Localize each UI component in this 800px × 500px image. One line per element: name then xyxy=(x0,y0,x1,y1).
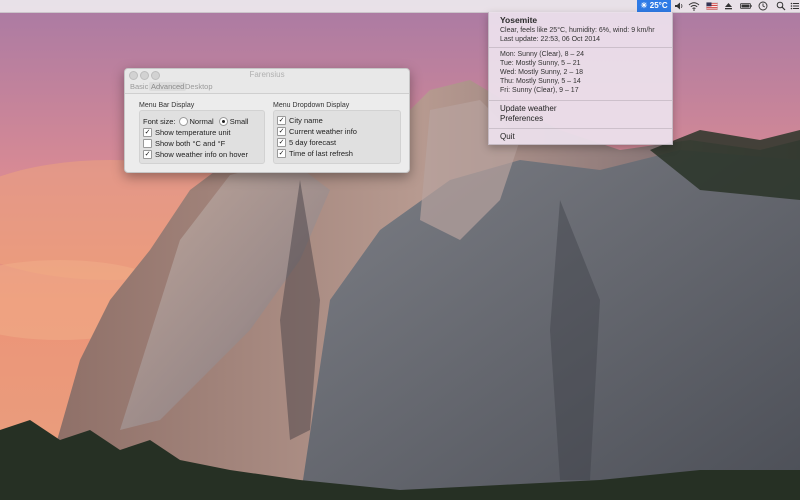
dropdown-display-group-label: Menu Dropdown Display xyxy=(273,102,350,109)
font-size-normal-radio[interactable] xyxy=(178,116,188,126)
current-weather-info-row[interactable]: ✓ Current weather info xyxy=(277,126,357,136)
checkbox-label: Show temperature unit xyxy=(155,127,231,137)
show-temperature-unit-checkbox[interactable]: ✓ xyxy=(143,127,152,137)
checkbox-label: Time of last refresh xyxy=(289,148,353,158)
menubar-status-icons xyxy=(672,0,800,12)
forecast-day: Tue: Mostly Sunny, 5 – 21 xyxy=(500,60,581,67)
forecast-day: Fri: Sunny (Clear), 9 – 17 xyxy=(500,87,579,94)
dropdown-current-weather: Clear, feels like 25°C, humidity: 6%, wi… xyxy=(500,27,655,34)
tab-basic[interactable]: Basic xyxy=(128,82,150,91)
clock-icon[interactable] xyxy=(758,1,768,11)
show-both-units-row[interactable]: Show both °C and °F xyxy=(143,138,225,148)
tab-advanced[interactable]: Advanced xyxy=(149,82,187,91)
preferences-window: Farensius Basic Advanced Desktop Menu Ba… xyxy=(124,68,410,173)
menubar-temperature: 25°C xyxy=(649,1,668,10)
eject-icon[interactable] xyxy=(724,1,733,11)
five-day-forecast-checkbox[interactable]: ✓ xyxy=(277,137,286,147)
us-flag-icon[interactable] xyxy=(706,1,718,11)
weather-dropdown-menu: Yosemite Clear, feels like 25°C, humidit… xyxy=(488,12,673,145)
font-size-row: Font size: Normal Small xyxy=(143,116,248,126)
tab-desktop[interactable]: Desktop xyxy=(183,82,215,91)
wifi-icon[interactable] xyxy=(688,1,700,11)
checkbox-label: Show weather info on hover xyxy=(155,149,248,159)
battery-icon[interactable] xyxy=(740,1,752,11)
update-weather-menu-item[interactable]: Update weather xyxy=(500,104,556,113)
preferences-menu-item[interactable]: Preferences xyxy=(500,114,543,123)
show-temperature-unit-row[interactable]: ✓ Show temperature unit xyxy=(143,127,230,137)
dropdown-separator xyxy=(489,100,672,101)
sun-icon: ☀ xyxy=(640,1,648,10)
menu-bar: ☀ 25°C xyxy=(0,0,800,13)
forecast-day: Mon: Sunny (Clear), 8 – 24 xyxy=(500,51,585,58)
checkbox-label: Show both °C and °F xyxy=(155,138,226,148)
dropdown-separator xyxy=(489,128,672,129)
font-size-normal-label[interactable]: Normal xyxy=(190,117,214,126)
quit-menu-item[interactable]: Quit xyxy=(500,132,515,141)
font-size-small-radio[interactable] xyxy=(218,116,228,126)
search-icon[interactable] xyxy=(776,1,786,11)
volume-icon[interactable] xyxy=(674,1,684,11)
show-both-units-checkbox[interactable] xyxy=(143,138,152,148)
current-weather-info-checkbox[interactable]: ✓ xyxy=(277,126,286,136)
dropdown-city-name: Yosemite xyxy=(500,15,538,25)
city-name-checkbox[interactable]: ✓ xyxy=(277,115,286,125)
five-day-forecast-row[interactable]: ✓ 5 day forecast xyxy=(277,137,336,147)
forecast-day: Thu: Mostly Sunny, 5 – 14 xyxy=(500,78,581,85)
menubar-weather-item[interactable]: ☀ 25°C xyxy=(637,0,671,12)
dropdown-last-update: Last update: 22:53, 06 Oct 2014 xyxy=(500,36,601,43)
checkbox-label: 5 day forecast xyxy=(289,137,337,147)
window-title: Farensius xyxy=(249,70,285,79)
checkbox-label: Current weather info xyxy=(289,126,357,136)
time-of-last-refresh-row[interactable]: ✓ Time of last refresh xyxy=(277,148,353,158)
time-of-last-refresh-checkbox[interactable]: ✓ xyxy=(277,148,286,158)
font-size-label: Font size: xyxy=(143,116,176,126)
show-weather-on-hover-checkbox[interactable]: ✓ xyxy=(143,149,152,159)
forecast-day: Wed: Mostly Sunny, 2 – 18 xyxy=(500,69,584,76)
checkbox-label: City name xyxy=(289,115,323,125)
font-size-small-label[interactable]: Small xyxy=(230,117,249,126)
menubar-display-group-label: Menu Bar Display xyxy=(139,102,195,109)
city-name-row[interactable]: ✓ City name xyxy=(277,115,323,125)
notification-center-icon[interactable] xyxy=(790,1,800,11)
dropdown-separator xyxy=(489,47,672,48)
show-weather-on-hover-row[interactable]: ✓ Show weather info on hover xyxy=(143,149,248,159)
